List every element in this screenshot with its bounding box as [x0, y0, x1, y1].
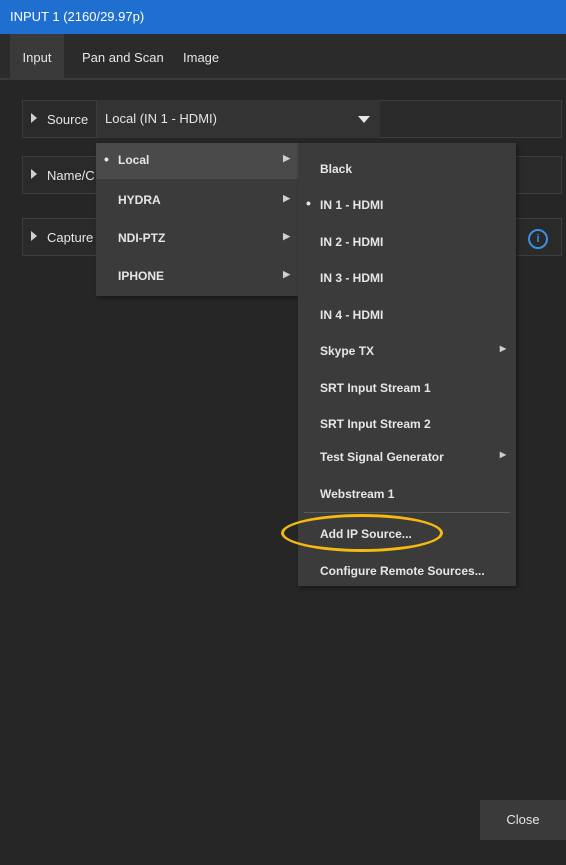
submenu-arrow-icon: ▶: [499, 450, 506, 459]
menu-item-label: Local: [118, 153, 150, 167]
source-dropdown[interactable]: Local (IN 1 - HDMI): [96, 100, 380, 138]
menu-item-in1-hdmi[interactable]: • IN 1 - HDMI: [298, 187, 516, 223]
source-label: Source: [47, 112, 89, 127]
submenu-arrow-icon: ▶: [283, 231, 290, 241]
submenu-arrow-icon: ▶: [499, 344, 506, 353]
source-category-menu: • Local ▶ HYDRA ▶ NDI-PTZ ▶ IPHONE ▶: [96, 143, 298, 296]
highlight-circle-annotation: [281, 514, 443, 552]
menu-item-ndi-ptz[interactable]: NDI-PTZ ▶: [96, 221, 298, 257]
expand-triangle-icon[interactable]: [31, 113, 37, 123]
menu-item-configure-remote-sources[interactable]: Configure Remote Sources...: [298, 553, 516, 589]
menu-item-skype-tx[interactable]: Skype TX ▶: [298, 333, 516, 369]
menu-item-label: Webstream 1: [320, 487, 395, 501]
close-button[interactable]: Close: [480, 800, 566, 840]
menu-item-label: IN 1 - HDMI: [320, 198, 384, 212]
menu-item-in3-hdmi[interactable]: IN 3 - HDMI: [298, 260, 516, 296]
info-icon[interactable]: i: [528, 229, 548, 249]
menu-item-label: Black: [320, 162, 353, 176]
tab-image[interactable]: Image: [183, 34, 219, 78]
submenu-arrow-icon: ▶: [283, 153, 290, 163]
expand-triangle-icon[interactable]: [31, 169, 37, 179]
menu-item-label: IN 2 - HDMI: [320, 235, 384, 249]
menu-item-black[interactable]: Black: [298, 151, 516, 187]
tab-pan-and-scan[interactable]: Pan and Scan: [82, 34, 164, 78]
window-title: INPUT 1 (2160/29.97p): [0, 0, 566, 34]
menu-item-local[interactable]: • Local ▶: [96, 143, 298, 179]
chevron-down-icon[interactable]: [358, 116, 370, 123]
name-label: Name/C: [47, 168, 95, 183]
tab-input[interactable]: Input: [10, 34, 64, 78]
menu-item-in4-hdmi[interactable]: IN 4 - HDMI: [298, 297, 516, 333]
submenu-arrow-icon: ▶: [283, 269, 290, 279]
menu-item-label: Skype TX: [320, 344, 375, 358]
menu-item-label: IN 3 - HDMI: [320, 271, 384, 285]
menu-item-srt-input-stream-1[interactable]: SRT Input Stream 1: [298, 370, 516, 406]
source-dropdown-value: Local (IN 1 - HDMI): [105, 111, 217, 126]
menu-item-label: HYDRA: [118, 193, 161, 207]
menu-item-label: IPHONE: [118, 269, 165, 283]
menu-item-label: Test Signal Generator: [320, 450, 444, 464]
menu-item-label: SRT Input Stream 2: [320, 417, 431, 431]
selected-bullet-icon: •: [306, 195, 311, 211]
menu-item-test-signal-generator[interactable]: Test Signal Generator ▶: [298, 439, 516, 475]
menu-item-iphone[interactable]: IPHONE ▶: [96, 259, 298, 295]
menu-item-label: Configure Remote Sources...: [320, 564, 485, 578]
expand-triangle-icon[interactable]: [31, 231, 37, 241]
menu-item-label: NDI-PTZ: [118, 231, 166, 245]
menu-item-webstream-1[interactable]: Webstream 1: [298, 476, 516, 512]
menu-item-in2-hdmi[interactable]: IN 2 - HDMI: [298, 224, 516, 260]
menu-item-label: IN 4 - HDMI: [320, 308, 384, 322]
capture-label: Capture: [47, 230, 94, 245]
menu-separator: [304, 512, 510, 513]
menu-item-label: SRT Input Stream 1: [320, 381, 431, 395]
submenu-arrow-icon: ▶: [283, 193, 290, 203]
tab-bar: Input Pan and Scan Image: [0, 34, 566, 78]
menu-item-srt-input-stream-2[interactable]: SRT Input Stream 2: [298, 406, 516, 442]
selected-bullet-icon: •: [104, 151, 109, 167]
menu-item-hydra[interactable]: HYDRA ▶: [96, 183, 298, 219]
